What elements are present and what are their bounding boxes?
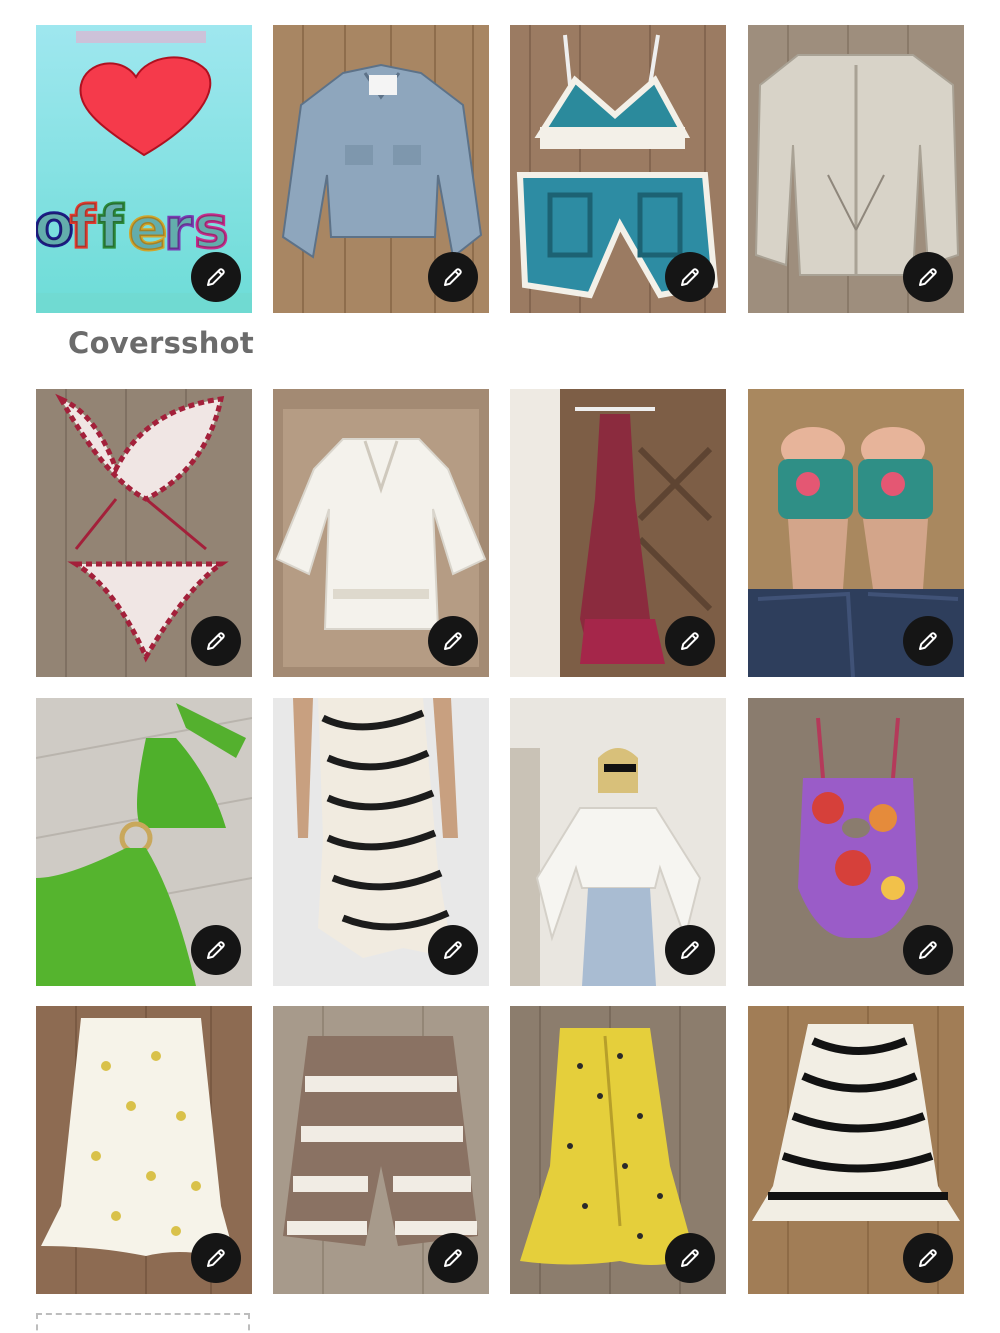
tile-offers-cover[interactable]: o f f e r s o f f e r s: [36, 25, 252, 313]
edit-photo-button[interactable]: [428, 1233, 478, 1283]
tile-green-crochet-top[interactable]: [36, 698, 252, 986]
tile-white-eyelet-top[interactable]: [510, 698, 726, 986]
tile-denim-jacket[interactable]: [273, 25, 489, 313]
tile-floral-midi-skirt[interactable]: [36, 1006, 252, 1294]
tile-white-tunic[interactable]: [273, 389, 489, 677]
tile-zebra-midi-skirt[interactable]: [273, 698, 489, 986]
tile-crochet-set[interactable]: [510, 25, 726, 313]
edit-photo-button[interactable]: [903, 925, 953, 975]
coversshot-label: Coversshot: [68, 326, 255, 360]
svg-text:e: e: [128, 195, 167, 263]
pencil-icon: [207, 941, 225, 959]
edit-photo-button[interactable]: [903, 616, 953, 666]
tile-striped-bikini[interactable]: [36, 389, 252, 677]
edit-photo-button[interactable]: [903, 252, 953, 302]
pencil-icon: [919, 632, 937, 650]
pencil-icon: [207, 268, 225, 286]
pencil-icon: [444, 1249, 462, 1267]
pencil-icon: [681, 941, 699, 959]
tile-embroidered-slides[interactable]: [748, 389, 964, 677]
svg-text:f: f: [70, 193, 96, 261]
edit-photo-button[interactable]: [191, 1233, 241, 1283]
edit-photo-button[interactable]: [191, 616, 241, 666]
svg-text:f: f: [98, 193, 124, 261]
pencil-icon: [681, 1249, 699, 1267]
edit-photo-button[interactable]: [428, 252, 478, 302]
edit-photo-button[interactable]: [903, 1233, 953, 1283]
pencil-icon: [681, 632, 699, 650]
add-photo-slot[interactable]: [36, 1313, 250, 1333]
pencil-icon: [681, 268, 699, 286]
edit-photo-button[interactable]: [191, 252, 241, 302]
pencil-icon: [207, 632, 225, 650]
tile-floral-swimsuit[interactable]: [748, 698, 964, 986]
edit-photo-button[interactable]: [665, 925, 715, 975]
pencil-icon: [444, 941, 462, 959]
pencil-icon: [207, 1249, 225, 1267]
pencil-icon: [919, 941, 937, 959]
edit-photo-button[interactable]: [665, 616, 715, 666]
pencil-icon: [444, 268, 462, 286]
tile-floral-slip-dress[interactable]: [510, 389, 726, 677]
listing-photo-grid: o f f e r s o f f e r s Coversshot: [0, 0, 1000, 1333]
pencil-icon: [919, 1249, 937, 1267]
edit-photo-button[interactable]: [665, 1233, 715, 1283]
edit-photo-button[interactable]: [665, 252, 715, 302]
svg-text:r: r: [164, 195, 193, 263]
edit-photo-button[interactable]: [428, 925, 478, 975]
pencil-icon: [444, 632, 462, 650]
pencil-icon: [919, 268, 937, 286]
edit-photo-button[interactable]: [428, 616, 478, 666]
svg-text:o: o: [36, 191, 74, 259]
tile-knit-shorts[interactable]: [273, 1006, 489, 1294]
svg-text:s: s: [194, 193, 229, 261]
edit-photo-button[interactable]: [191, 925, 241, 975]
tile-knit-cardigan[interactable]: [748, 25, 964, 313]
tile-zebra-mini-skirt[interactable]: [748, 1006, 964, 1294]
tile-yellow-ruched-skirt[interactable]: [510, 1006, 726, 1294]
